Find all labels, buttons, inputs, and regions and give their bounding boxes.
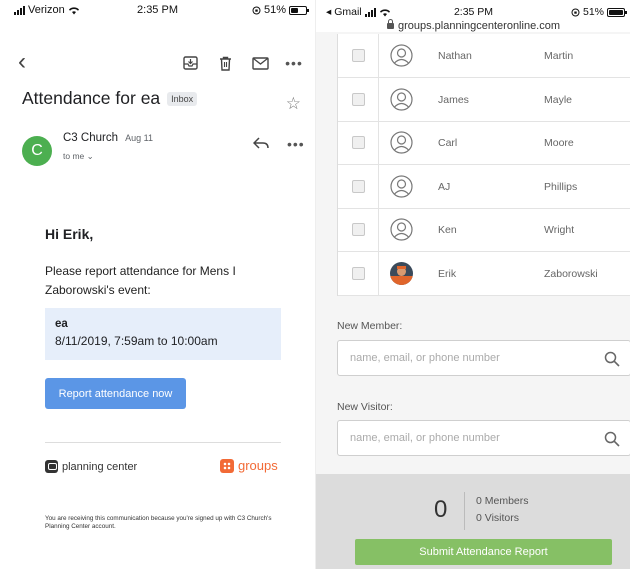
member-last-name: Mayle [544, 93, 573, 106]
member-last-name: Phillips [544, 180, 578, 193]
planning-center-icon [45, 460, 58, 473]
person-placeholder-icon [390, 131, 413, 154]
submit-attendance-button[interactable]: Submit Attendance Report [355, 539, 612, 565]
member-row[interactable]: Carl Moore [338, 121, 630, 165]
person-placeholder-icon [390, 218, 413, 241]
attendance-checkbox[interactable] [352, 92, 365, 106]
member-first-name: Erik [438, 267, 457, 280]
email-greeting: Hi Erik, [45, 226, 94, 242]
member-first-name: Nathan [438, 50, 472, 62]
member-last-name: Martin [544, 50, 574, 62]
mail-icon[interactable] [250, 54, 270, 72]
new-visitor-field [337, 420, 630, 456]
checkbox-cell [338, 34, 379, 77]
member-row[interactable]: Nathan Martin [338, 34, 630, 78]
attendance-checkbox[interactable] [352, 266, 365, 280]
footer-notice: You are receiving this communication bec… [45, 515, 272, 530]
checkbox-cell [338, 164, 379, 208]
sender-name: C3 Church [63, 132, 118, 144]
inbox-label-badge[interactable]: Inbox [167, 91, 198, 106]
page-url: groups.planningcenteronline.com [397, 20, 561, 32]
battery-icon [289, 5, 309, 15]
checkbox-cell [338, 77, 379, 121]
browser-status-bar: ◂ Gmail 2:35 PM 51% groups.planningcente… [316, 0, 630, 32]
search-icon[interactable] [604, 351, 620, 367]
report-attendance-button[interactable]: Report attendance now [45, 378, 186, 409]
attendance-checkbox[interactable] [352, 223, 365, 236]
person-placeholder-icon [390, 44, 413, 67]
new-member-input[interactable] [338, 341, 630, 375]
back-icon[interactable]: ‹ [18, 50, 26, 74]
archive-icon[interactable] [180, 54, 200, 72]
new-visitor-input[interactable] [338, 421, 630, 455]
attendance-count: 0 [434, 496, 448, 523]
battery-percent: 51% [263, 4, 286, 16]
divider [45, 442, 281, 443]
email-message: Please report attendance for Mens I Zabo… [45, 264, 236, 297]
member-row[interactable]: AJ Phillips [338, 164, 630, 209]
new-member-field [337, 340, 630, 376]
event-time: 8/11/2019, 7:59am to 10:00am [55, 334, 218, 348]
members-table: Nathan Martin James Mayle Carl Moore AJ Phillip… [337, 34, 630, 296]
planning-center-logo: planning center [45, 460, 137, 473]
search-icon[interactable] [604, 431, 620, 447]
status-bar: Verizon 2:35 PM 51% [0, 0, 315, 20]
person-placeholder-icon [390, 174, 413, 198]
reply-icon[interactable] [252, 136, 269, 154]
member-first-name: Carl [438, 137, 458, 149]
visitors-count: 0 Visitors [476, 512, 519, 524]
checkbox-cell [338, 208, 379, 251]
attendance-checkbox[interactable] [352, 136, 365, 149]
divider [464, 492, 465, 530]
gmail-pane: Verizon 2:35 PM 51% ‹ ••• Attendance for… [0, 0, 315, 569]
more-icon[interactable]: ••• [284, 54, 304, 72]
attendance-checkbox[interactable] [352, 179, 365, 193]
star-icon[interactable]: ☆ [286, 94, 301, 114]
member-last-name: Wright [544, 224, 575, 236]
sender-avatar[interactable]: C [22, 136, 52, 166]
member-photo [390, 261, 413, 285]
battery-icon [607, 7, 627, 17]
groups-logo: groups [220, 458, 278, 473]
member-first-name: Ken [438, 224, 457, 236]
trash-icon[interactable] [215, 54, 235, 72]
member-row[interactable]: James Mayle [338, 77, 630, 122]
new-member-label: New Member: [337, 320, 403, 332]
member-last-name: Moore [544, 137, 574, 149]
email-subject: Attendance for ea [22, 88, 161, 108]
email-toolbar: ‹ ••• [0, 48, 315, 78]
attendance-summary: 0 0 Members 0 Visitors Submit Attendance… [316, 474, 630, 569]
checkbox-cell [338, 251, 379, 295]
recipients-toggle[interactable]: to me ⌄ [63, 151, 94, 162]
member-row[interactable]: Ken Wright [338, 208, 630, 252]
member-row[interactable]: Erik Zaborowski [338, 251, 630, 296]
address-bar[interactable]: groups.planningcenteronline.com [316, 19, 630, 32]
battery-percent: 51% [582, 6, 604, 18]
email-date: Aug 11 [125, 133, 154, 143]
member-first-name: AJ [438, 180, 451, 193]
attendance-checkbox[interactable] [352, 49, 365, 62]
members-count: 0 Members [476, 495, 529, 507]
checkbox-cell [338, 121, 379, 164]
member-first-name: James [438, 93, 469, 106]
orientation-lock-icon [252, 6, 261, 14]
orientation-lock-icon [571, 8, 580, 16]
event-card: ea 8/11/2019, 7:59am to 10:00am [45, 308, 281, 360]
event-name: ea [55, 318, 68, 330]
planning-center-pane: ◂ Gmail 2:35 PM 51% groups.planningcente… [315, 0, 630, 569]
person-placeholder-icon [390, 87, 413, 111]
groups-icon [220, 458, 234, 473]
lock-icon [386, 19, 394, 29]
message-more-icon[interactable]: ••• [287, 136, 305, 152]
new-visitor-label: New Visitor: [337, 401, 393, 413]
member-last-name: Zaborowski [544, 267, 598, 280]
